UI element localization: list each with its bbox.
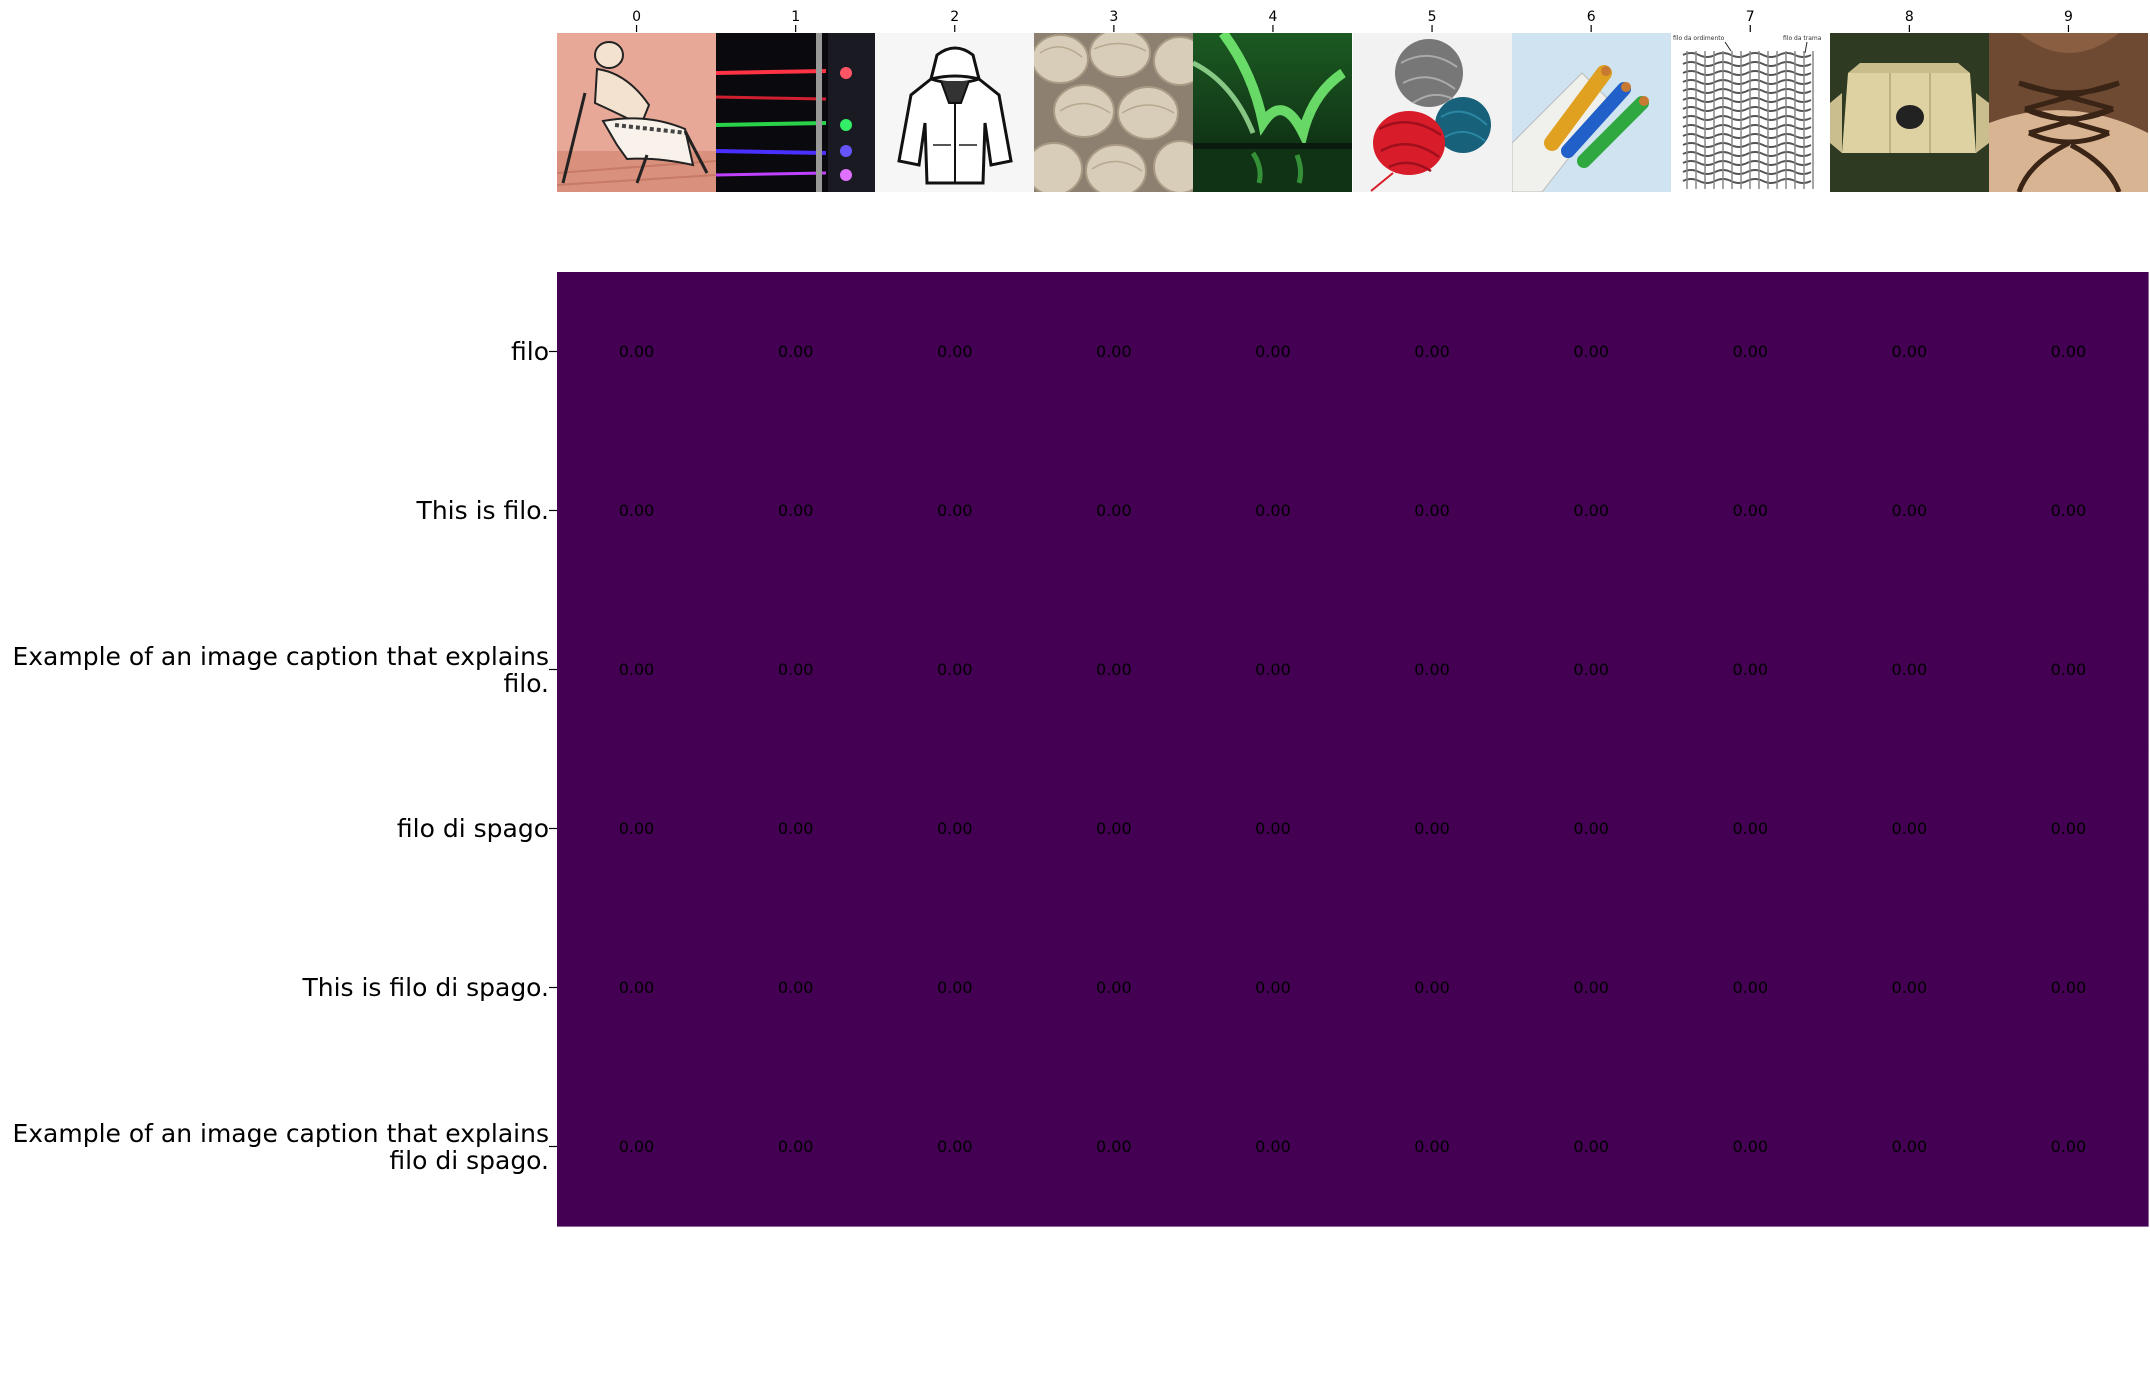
- cell-value-label: 0.00: [1414, 819, 1450, 838]
- x-tick-label: 6: [1587, 9, 1596, 25]
- cell-value-label: 0.00: [1096, 342, 1132, 361]
- cell-value-label: 0.00: [937, 501, 973, 520]
- cell-value-label: 0.00: [1414, 1137, 1450, 1156]
- heatmap-cells: [557, 272, 2149, 1227]
- cell-value-label: 0.00: [1732, 819, 1768, 838]
- cell-value-label: 0.00: [937, 978, 973, 997]
- cell-value-label: 0.00: [1096, 819, 1132, 838]
- cell-value-label: 0.00: [1892, 501, 1928, 520]
- cell-value-label: 0.00: [1414, 342, 1450, 361]
- cell-value-label: 0.00: [2051, 1137, 2087, 1156]
- x-tick-label: 9: [2064, 9, 2073, 25]
- cell-value-label: 0.00: [2051, 501, 2087, 520]
- y-tick-label: Example of an image caption that explain…: [12, 641, 549, 698]
- x-tick-label: 8: [1905, 9, 1914, 25]
- cell-value-label: 0.00: [1892, 342, 1928, 361]
- cell-value-label: 0.00: [1573, 501, 1609, 520]
- cell-value-label: 0.00: [1255, 1137, 1291, 1156]
- cell-value-label: 0.00: [619, 342, 655, 361]
- x-tick-label: 0: [632, 9, 641, 25]
- cell-value-label: 0.00: [1732, 342, 1768, 361]
- cell-value-label: 0.00: [1255, 342, 1291, 361]
- cell-value-label: 0.00: [2051, 819, 2087, 838]
- cell-value-label: 0.00: [1414, 978, 1450, 997]
- cell-value-label: 0.00: [2051, 978, 2087, 997]
- heatmap-figure: filo da ordimento filo da trama 0.00 0.00 0…: [0, 0, 2150, 1390]
- y-tick-label: Example of an image caption that explain…: [12, 1118, 549, 1175]
- cell-value-label: 0.00: [619, 978, 655, 997]
- cell-value-label: 0.00: [937, 342, 973, 361]
- cell-value-label: 0.00: [1732, 978, 1768, 997]
- y-axis-ticks: [549, 350, 557, 1148]
- cell-value-label: 0.00: [778, 1137, 814, 1156]
- cell-value-label: 0.00: [1096, 1137, 1132, 1156]
- cell-value-label: 0.00: [778, 501, 814, 520]
- y-tick-label: This is filo di spago.: [302, 973, 549, 1002]
- cell-value-label: 0.00: [1732, 501, 1768, 520]
- cell-value-label: 0.00: [619, 819, 655, 838]
- x-tick-label: 1: [791, 9, 800, 25]
- cell-value-label: 0.00: [1573, 660, 1609, 679]
- cell-value-label: 0.00: [937, 660, 973, 679]
- cell-value-label: 0.00: [1573, 819, 1609, 838]
- cell-value-label: 0.00: [2051, 342, 2087, 361]
- cell-value-label: 0.00: [619, 1137, 655, 1156]
- cell-value-label: 0.00: [1573, 978, 1609, 997]
- x-tick-label: 4: [1268, 9, 1277, 25]
- x-tick-label: 5: [1428, 9, 1437, 25]
- y-tick-label: This is filo.: [416, 496, 549, 525]
- cell-value-label: 0.00: [778, 660, 814, 679]
- cell-value-label: 0.00: [1414, 660, 1450, 679]
- cell-value-label: 0.00: [1255, 501, 1291, 520]
- x-tick-label: 3: [1109, 9, 1118, 25]
- cell-value-label: 0.00: [1732, 660, 1768, 679]
- cell-value-label: 0.00: [778, 978, 814, 997]
- y-tick-label: filo di spago: [396, 814, 549, 843]
- cell-value-label: 0.00: [1573, 1137, 1609, 1156]
- cell-value-label: 0.00: [1732, 1137, 1768, 1156]
- cell-value-label: 0.00: [1255, 660, 1291, 679]
- y-tick-label: filo: [511, 337, 549, 366]
- cell-value-label: 0.00: [2051, 660, 2087, 679]
- cell-value-label: 0.00: [1892, 819, 1928, 838]
- cell-value-label: 0.00: [1096, 501, 1132, 520]
- cell-value-label: 0.00: [778, 342, 814, 361]
- cell-value-label: 0.00: [937, 1137, 973, 1156]
- cell-value-label: 0.00: [1892, 978, 1928, 997]
- cell-value-label: 0.00: [937, 819, 973, 838]
- cell-value-label: 0.00: [1414, 501, 1450, 520]
- x-tick-label: 2: [950, 9, 959, 25]
- cell-value-label: 0.00: [1573, 342, 1609, 361]
- cell-value-label: 0.00: [619, 660, 655, 679]
- cell-value-label: 0.00: [1096, 978, 1132, 997]
- cell-value-label: 0.00: [1255, 978, 1291, 997]
- cell-value-label: 0.00: [778, 819, 814, 838]
- cell-value-label: 0.00: [1255, 819, 1291, 838]
- cell-value-label: 0.00: [619, 501, 655, 520]
- cell-value-label: 0.00: [1096, 660, 1132, 679]
- x-tick-label: 7: [1746, 9, 1755, 25]
- x-axis-ticks: 0 1 2 3 4 5 6 7 8 9: [632, 9, 2073, 32]
- cell-value-label: 0.00: [1892, 1137, 1928, 1156]
- cell-value-label: 0.00: [1892, 660, 1928, 679]
